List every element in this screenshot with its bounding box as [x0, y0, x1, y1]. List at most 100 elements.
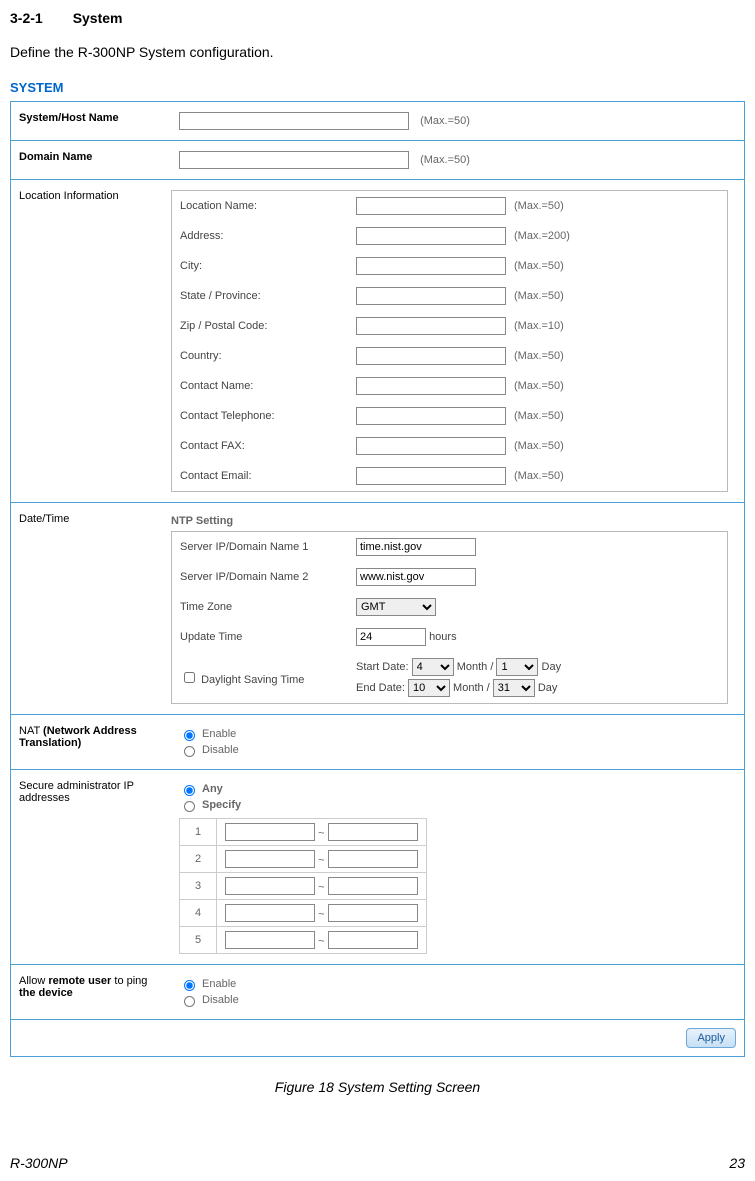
- update-time-input[interactable]: [356, 628, 426, 646]
- loc-hint: (Max.=50): [514, 290, 564, 302]
- loc-label: City:: [172, 251, 348, 281]
- nat-label-a: NAT: [19, 725, 43, 737]
- table-row: 4 ~: [180, 900, 427, 927]
- contact-tel-input[interactable]: [356, 407, 506, 425]
- table-row: 5 ~: [180, 927, 427, 954]
- domain-content: (Max.=50): [171, 141, 744, 179]
- loc-hint: (Max.=50): [514, 380, 564, 392]
- ntp-table: Server IP/Domain Name 1 Server IP/Domain…: [172, 532, 727, 703]
- ip3-to[interactable]: [328, 877, 418, 895]
- country-input[interactable]: [356, 347, 506, 365]
- loc-hint: (Max.=200): [514, 230, 570, 242]
- domain-input[interactable]: [179, 151, 409, 169]
- footer-model: R-300NP: [10, 1155, 68, 1171]
- ping-disable-radio[interactable]: [184, 996, 195, 1007]
- start-day-select[interactable]: 1: [496, 658, 538, 676]
- ip5-from[interactable]: [225, 931, 315, 949]
- location-name-input[interactable]: [356, 197, 506, 215]
- ip4-from[interactable]: [225, 904, 315, 922]
- state-input[interactable]: [356, 287, 506, 305]
- datetime-content: NTP Setting Server IP/Domain Name 1 Serv…: [171, 503, 744, 714]
- row-apply: Apply: [11, 1020, 744, 1056]
- contact-email-input[interactable]: [356, 467, 506, 485]
- tilde: ~: [318, 882, 324, 894]
- system-config-panel: System/Host Name (Max.=50) Domain Name (…: [10, 101, 745, 1057]
- ntp-server2-input[interactable]: [356, 568, 476, 586]
- secure-ip-content: Any Specify 1 ~ 2 ~ 3 ~ 4 ~ 5 ~: [171, 770, 744, 964]
- ip2-from[interactable]: [225, 850, 315, 868]
- address-input[interactable]: [356, 227, 506, 245]
- ip5-to[interactable]: [328, 931, 418, 949]
- contact-name-input[interactable]: [356, 377, 506, 395]
- location-inner-panel: Location Name:(Max.=50) Address:(Max.=20…: [171, 190, 728, 492]
- end-month-select[interactable]: 10: [408, 679, 450, 697]
- loc-label: State / Province:: [172, 281, 348, 311]
- ping-enable-label: Enable: [202, 978, 236, 990]
- ip4-to[interactable]: [328, 904, 418, 922]
- timezone-select[interactable]: GMT: [356, 598, 436, 616]
- loc-hint: (Max.=50): [514, 410, 564, 422]
- loc-label: Country:: [172, 341, 348, 371]
- ntp-inner-panel: Server IP/Domain Name 1 Server IP/Domain…: [171, 531, 728, 704]
- ping-w1: Allow: [19, 975, 48, 987]
- loc-hint: (Max.=50): [514, 260, 564, 272]
- domain-hint: (Max.=50): [420, 154, 470, 166]
- end-date-label: End Date:: [356, 682, 405, 694]
- ping-enable-radio[interactable]: [184, 980, 195, 991]
- ping-content: Enable Disable: [171, 965, 744, 1019]
- hostname-input[interactable]: [179, 112, 409, 130]
- ntp-server2-label: Server IP/Domain Name 2: [172, 562, 348, 592]
- ip3-from[interactable]: [225, 877, 315, 895]
- ntp-server1-input[interactable]: [356, 538, 476, 556]
- ip2-to[interactable]: [328, 850, 418, 868]
- table-row: 2 ~: [180, 846, 427, 873]
- ping-w4: the device: [19, 987, 73, 999]
- row-hostname: System/Host Name (Max.=50): [11, 102, 744, 141]
- table-row: Contact FAX:(Max.=50): [172, 431, 727, 461]
- ping-w3: to ping: [111, 975, 147, 987]
- row-location: Location Information Location Name: (Max.…: [11, 180, 744, 503]
- secure-specify-radio[interactable]: [184, 801, 195, 812]
- location-section-label: Location Information: [11, 180, 171, 502]
- apply-button[interactable]: Apply: [686, 1028, 736, 1048]
- loc-hint: (Max.=10): [514, 320, 564, 332]
- table-row: Server IP/Domain Name 2: [172, 562, 727, 592]
- tz-label: Time Zone: [172, 592, 348, 622]
- secure-ip-label: Secure administrator IP addresses: [11, 770, 171, 964]
- nat-disable-radio[interactable]: [184, 746, 195, 757]
- dst-checkbox[interactable]: [184, 672, 195, 683]
- table-row: Country:(Max.=50): [172, 341, 727, 371]
- figure-caption: Figure 18 System Setting Screen: [10, 1079, 745, 1095]
- month-word: Month /: [453, 682, 490, 694]
- end-day-select[interactable]: 31: [493, 679, 535, 697]
- ip1-to[interactable]: [328, 823, 418, 841]
- contact-fax-input[interactable]: [356, 437, 506, 455]
- loc-label: Location Name:: [172, 191, 348, 221]
- loc-hint: (Max.=50): [514, 470, 564, 482]
- section-heading: 3-2-1System: [10, 10, 745, 26]
- dst-label: Daylight Saving Time: [201, 674, 304, 686]
- loc-label: Contact Telephone:: [172, 401, 348, 431]
- city-input[interactable]: [356, 257, 506, 275]
- tilde: ~: [318, 936, 324, 948]
- secure-specify-label: Specify: [202, 799, 241, 811]
- secure-any-radio[interactable]: [184, 785, 195, 796]
- tilde: ~: [318, 909, 324, 921]
- table-row: Update Time hours: [172, 622, 727, 652]
- ip1-from[interactable]: [225, 823, 315, 841]
- hostname-label: System/Host Name: [11, 102, 171, 140]
- nat-content: Enable Disable: [171, 715, 744, 769]
- row-domain: Domain Name (Max.=50): [11, 141, 744, 180]
- zip-input[interactable]: [356, 317, 506, 335]
- ip-range-table: 1 ~ 2 ~ 3 ~ 4 ~ 5 ~: [179, 818, 427, 954]
- datetime-label: Date/Time: [11, 503, 171, 714]
- nat-enable-radio[interactable]: [184, 730, 195, 741]
- table-row: 1 ~: [180, 819, 427, 846]
- table-row: Contact Telephone: (Max.=50): [172, 401, 727, 431]
- row-nat: NAT (Network Address Translation) Enable…: [11, 715, 744, 770]
- start-month-select[interactable]: 4: [412, 658, 454, 676]
- section-title: System: [73, 10, 123, 26]
- table-row: City: (Max.=50): [172, 251, 727, 281]
- table-row: Contact Name:(Max.=50): [172, 371, 727, 401]
- month-word: Month /: [457, 661, 494, 673]
